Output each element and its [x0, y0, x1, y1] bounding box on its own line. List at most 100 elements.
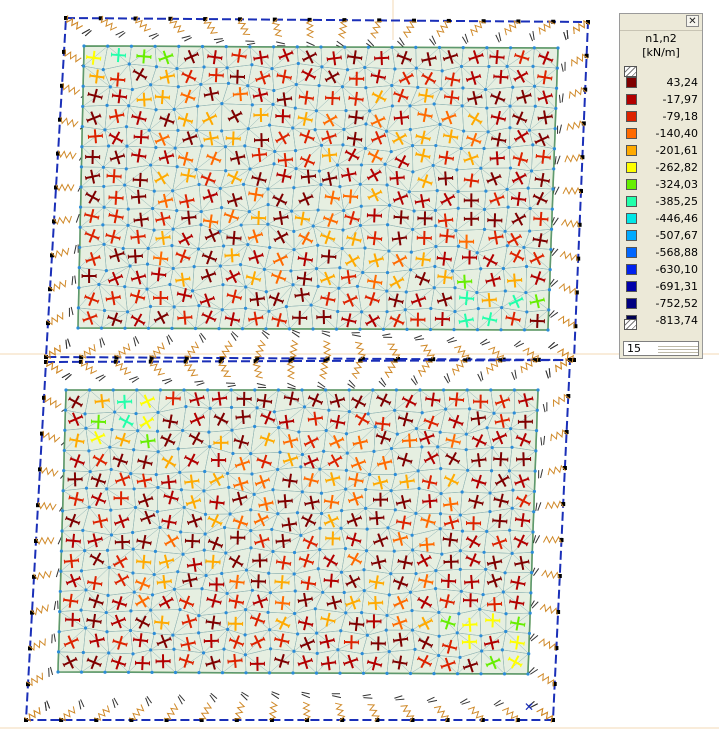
- mesh-node: [202, 548, 206, 552]
- mesh-node: [533, 469, 537, 473]
- mesh-node: [131, 571, 135, 575]
- mesh-node: [394, 388, 398, 392]
- mesh-node: [128, 264, 132, 268]
- mesh-node: [488, 491, 492, 495]
- mesh-node: [509, 46, 513, 50]
- legend-panel[interactable]: ✕ n1,n2 [kN/m] 43,24 -17,97 -79,18 -140,40 -…: [619, 13, 703, 359]
- spring-icon: [198, 702, 213, 720]
- mesh-node: [197, 614, 201, 618]
- upper-floor-model[interactable]: [44, 15, 590, 363]
- mesh-node: [464, 448, 468, 452]
- spring-icon: [57, 150, 77, 160]
- spring-icon: [42, 430, 61, 443]
- hinge-mark: [540, 469, 544, 479]
- mesh-node: [314, 109, 318, 113]
- force-tick: [220, 56, 223, 61]
- mesh-node: [266, 610, 270, 614]
- mesh-node: [296, 61, 300, 66]
- mesh-node: [130, 87, 134, 92]
- mesh-node: [88, 470, 92, 474]
- close-icon[interactable]: ✕: [686, 15, 699, 27]
- mesh-node: [107, 565, 111, 570]
- force-tick: [456, 501, 459, 506]
- mesh-node: [287, 327, 292, 331]
- mesh-node: [192, 265, 196, 269]
- force-tick: [509, 639, 512, 644]
- force-bar: [160, 90, 164, 105]
- mesh-node: [79, 670, 84, 674]
- spring-icon: [53, 215, 72, 226]
- mesh-node: [410, 144, 415, 148]
- mesh-node: [275, 467, 280, 472]
- force-tick: [405, 661, 408, 666]
- hinge-mark: [46, 700, 51, 709]
- mesh-node: [530, 550, 534, 554]
- hinge-mark: [133, 337, 137, 347]
- mesh-node: [319, 511, 324, 516]
- force-bar: [513, 273, 517, 288]
- mesh-node: [110, 428, 114, 432]
- mesh-node: [84, 426, 88, 430]
- spring-icon: [541, 569, 560, 580]
- force-tick: [470, 417, 473, 422]
- hinge-mark: [461, 36, 468, 45]
- mesh-node: [220, 102, 224, 106]
- mesh-node: [529, 591, 533, 595]
- mesh-node: [240, 327, 245, 331]
- mesh-node: [146, 246, 150, 250]
- mesh-node: [533, 104, 537, 108]
- spinner-grip-icon[interactable]: [658, 344, 698, 353]
- force-tick: [321, 415, 324, 420]
- mesh-node: [385, 223, 390, 227]
- legend-value: -79,18: [662, 110, 698, 123]
- mesh-node: [489, 469, 494, 473]
- mesh-node: [154, 145, 158, 150]
- mesh-node: [129, 609, 133, 613]
- mesh-node: [243, 306, 248, 310]
- mesh-node: [149, 608, 153, 612]
- lower-floor-model[interactable]: ✕: [24, 358, 572, 723]
- mesh-node: [83, 412, 87, 416]
- mesh-node: [253, 388, 257, 392]
- mesh-node: [385, 671, 389, 676]
- mesh-node: [464, 432, 468, 436]
- mesh-node: [147, 128, 151, 132]
- mesh-node: [390, 45, 394, 49]
- legend-swatch: [626, 111, 637, 122]
- mesh-node: [197, 631, 201, 635]
- mesh-node: [410, 533, 414, 537]
- legend-titlebar[interactable]: ✕: [620, 14, 702, 31]
- mesh-node: [200, 44, 205, 49]
- mesh-node: [267, 309, 271, 313]
- mesh-node: [311, 327, 315, 331]
- mesh-node: [194, 167, 198, 172]
- mesh-node: [339, 629, 343, 633]
- spring-icon: [367, 704, 380, 722]
- spring-icon: [545, 500, 564, 510]
- mesh-node: [317, 83, 321, 88]
- mesh-node: [383, 162, 387, 166]
- mesh-node: [372, 449, 376, 453]
- legend-value: -446,46: [655, 212, 698, 225]
- mesh-node: [199, 223, 203, 227]
- hinge-mark: [529, 33, 534, 42]
- mesh-node: [267, 123, 272, 127]
- mesh-node: [228, 512, 232, 516]
- mesh-node: [319, 143, 324, 147]
- mesh-node: [526, 186, 530, 190]
- spring-icon: [302, 701, 312, 721]
- mesh-node: [455, 168, 459, 172]
- hinge-mark: [321, 332, 331, 337]
- mesh-node: [420, 411, 424, 415]
- mesh-node: [313, 128, 317, 132]
- mesh-node: [416, 469, 420, 473]
- mesh-node: [300, 388, 304, 392]
- mesh-node: [336, 309, 340, 314]
- fe-model-view[interactable]: ✕: [0, 0, 719, 739]
- mesh-node: [225, 591, 229, 596]
- mesh-node: [411, 227, 415, 232]
- mesh-node: [411, 170, 415, 174]
- force-tick: [510, 195, 513, 201]
- spring-icon: [30, 604, 49, 616]
- mesh-node: [123, 326, 127, 330]
